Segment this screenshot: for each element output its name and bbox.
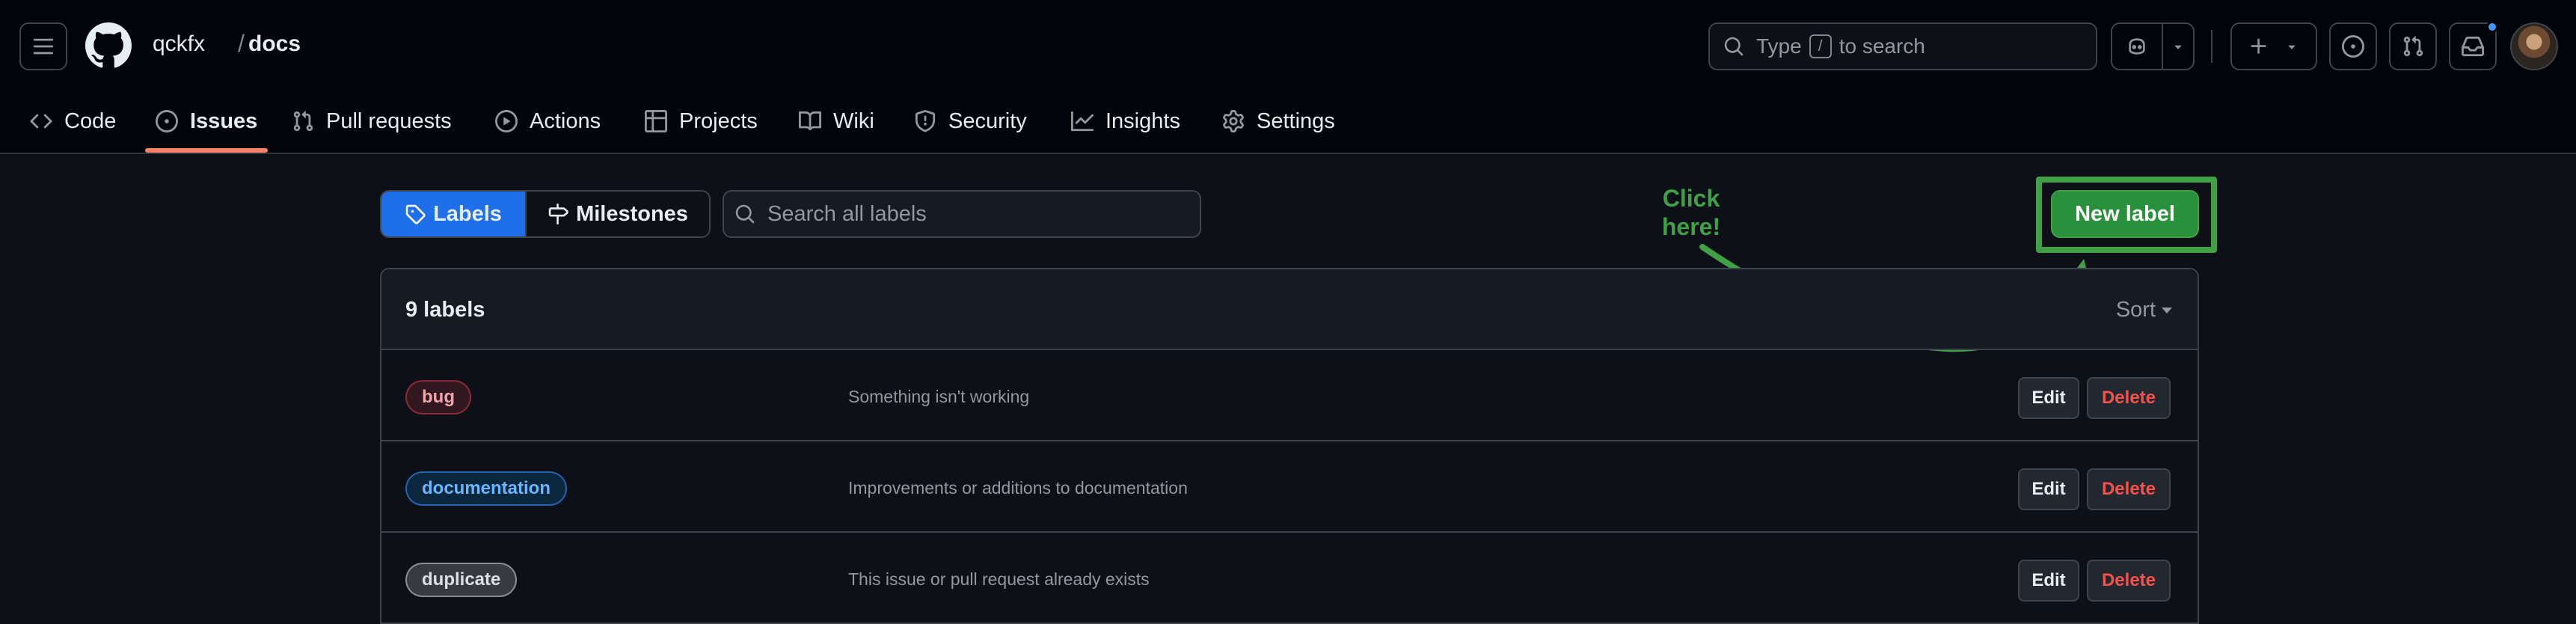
search-suffix: to search [1839, 34, 1925, 58]
shield-icon [915, 110, 936, 132]
tab-projects-label: Projects [679, 108, 758, 133]
annotation-line-2: here! [1661, 213, 1721, 240]
tab-code-label: Code [64, 108, 117, 133]
hamburger-icon [33, 38, 54, 55]
unread-indicator [2486, 21, 2498, 33]
labels-milestones-switcher: Labels Milestones [380, 190, 711, 238]
label-pill[interactable]: duplicate [405, 563, 518, 597]
triangle-down-icon [2288, 45, 2296, 49]
annotation-text: Click here! [1635, 184, 1747, 241]
issue-opened-icon [156, 110, 178, 132]
annotation-line-1: Click [1662, 185, 1720, 212]
edit-button[interactable]: Edit [2018, 468, 2079, 510]
delete-button[interactable]: Delete [2087, 377, 2171, 419]
sort-dropdown[interactable]: Sort [2116, 298, 2172, 322]
breadcrumb-repo[interactable]: docs [248, 31, 301, 57]
search-placeholder: Type / to search [1756, 34, 1925, 58]
tab-insights-label: Insights [1105, 108, 1180, 133]
label-search-input[interactable] [767, 201, 1186, 227]
search-shortcut-key: / [1809, 34, 1832, 58]
tab-issues-label: Issues [190, 108, 258, 133]
label-description: Improvements or additions to documentati… [848, 478, 1188, 498]
copilot-icon [2129, 38, 2145, 55]
code-icon [30, 114, 52, 129]
labels-count: 9 labels [405, 298, 485, 322]
search-prefix: Type [1756, 34, 1802, 58]
breadcrumb-owner[interactable]: qckfx [153, 31, 205, 57]
labels-list-header: 9 labels Sort [381, 269, 2198, 350]
tab-pull-requests[interactable]: Pull requests [292, 102, 452, 141]
labels-list: 9 labels Sort bug Something isn't workin… [380, 268, 2199, 624]
triangle-down-icon [2174, 45, 2182, 49]
graph-icon [1071, 111, 1094, 132]
new-label-button[interactable]: New label [2051, 190, 2199, 238]
gear-icon [1223, 110, 1244, 132]
github-logo-icon[interactable] [85, 22, 132, 69]
tab-settings[interactable]: Settings [1222, 102, 1335, 141]
tab-actions-label: Actions [530, 108, 601, 133]
tab-settings-label: Settings [1257, 108, 1335, 133]
label-row: bug Something isn't working Edit Delete [381, 350, 2198, 441]
table-icon [645, 110, 667, 132]
your-pull-requests-button[interactable] [2389, 22, 2437, 70]
tab-security-label: Security [948, 108, 1027, 133]
play-icon [495, 110, 518, 132]
plus-icon [2251, 38, 2266, 54]
tab-insights[interactable]: Insights [1071, 102, 1180, 141]
label-row: documentation Improvements or additions … [381, 441, 2198, 533]
labels-tab[interactable]: Labels [381, 192, 525, 236]
create-new-button[interactable] [2230, 22, 2317, 70]
book-icon [799, 111, 821, 131]
copilot-main[interactable] [2112, 24, 2163, 69]
milestones-tab-label: Milestones [576, 201, 688, 226]
edit-button[interactable]: Edit [2018, 377, 2079, 419]
copilot-dropdown[interactable] [2163, 24, 2193, 69]
repo-nav: Code Issues Pull requests Actions Projec… [0, 91, 2576, 154]
breadcrumb-separator: / [238, 30, 245, 57]
tab-wiki-label: Wiki [833, 108, 874, 133]
label-description: This issue or pull request already exist… [848, 569, 1150, 589]
tab-code[interactable]: Code [30, 102, 116, 141]
label-pill[interactable]: documentation [405, 471, 567, 506]
tab-security[interactable]: Security [914, 102, 1027, 141]
app-header: qckfx / docs Type / to search Code Issue… [0, 0, 2576, 154]
label-search-field[interactable] [723, 190, 1201, 238]
your-issues-button[interactable] [2329, 22, 2377, 70]
tab-issues[interactable]: Issues [156, 102, 257, 141]
milestones-tab[interactable]: Milestones [525, 192, 709, 236]
tag-icon [405, 204, 426, 224]
search-icon [735, 204, 755, 224]
label-row: duplicate This issue or pull request alr… [381, 533, 2198, 624]
labels-tab-label: Labels [433, 201, 502, 226]
milestone-icon [548, 204, 568, 224]
label-description: Something isn't working [848, 387, 1030, 406]
caret-down-icon [2162, 307, 2172, 313]
search-icon [1724, 37, 1744, 56]
notifications-button[interactable] [2449, 21, 2498, 70]
label-pill[interactable]: bug [405, 380, 471, 415]
header-divider [2211, 30, 2212, 63]
copilot-button[interactable] [2111, 22, 2195, 70]
issue-opened-icon [2342, 35, 2364, 58]
top-bar: qckfx / docs Type / to search [0, 0, 2576, 91]
user-avatar[interactable] [2510, 22, 2558, 70]
inbox-icon [2462, 36, 2484, 57]
tab-actions[interactable]: Actions [495, 102, 601, 141]
tab-projects[interactable]: Projects [645, 102, 758, 141]
sort-label: Sort [2115, 298, 2156, 322]
active-tab-indicator [145, 148, 268, 153]
git-pull-request-icon [293, 111, 313, 132]
tab-pull-requests-label: Pull requests [326, 108, 452, 133]
git-pull-request-icon [2403, 36, 2423, 57]
edit-button[interactable]: Edit [2018, 560, 2079, 602]
delete-button[interactable]: Delete [2087, 560, 2171, 602]
global-search-input[interactable]: Type / to search [1708, 22, 2097, 70]
menu-button[interactable] [19, 22, 67, 70]
tab-wiki[interactable]: Wiki [799, 102, 874, 141]
delete-button[interactable]: Delete [2087, 468, 2171, 510]
